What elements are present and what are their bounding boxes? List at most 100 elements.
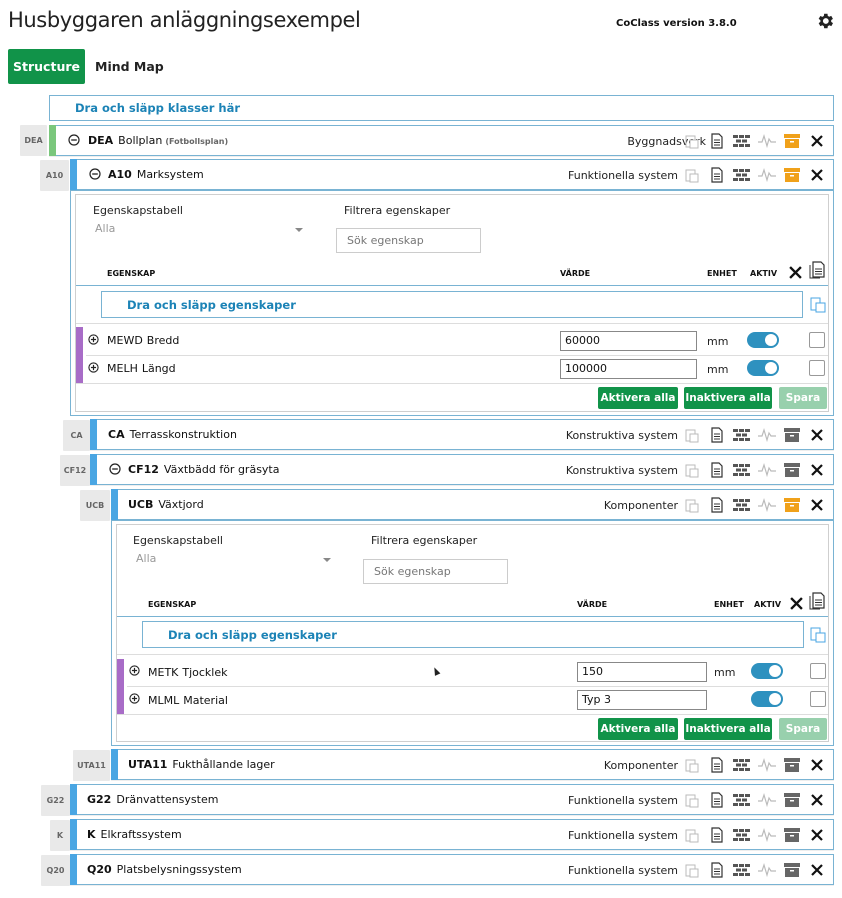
document-icon[interactable] — [707, 755, 727, 775]
class-row-dea[interactable]: DEA Bollplan (Fotbollsplan) Byggnadsverk — [49, 125, 834, 156]
document-icon[interactable] — [707, 425, 727, 445]
paste-icon[interactable] — [682, 495, 702, 515]
class-row-a10[interactable]: A10 Marksystem Funktionella system — [70, 159, 834, 190]
close-icon[interactable] — [790, 597, 803, 610]
expand-icon[interactable] — [129, 665, 140, 676]
archive-icon[interactable] — [782, 425, 802, 445]
close-icon[interactable] — [807, 790, 827, 810]
collapse-icon[interactable] — [89, 168, 101, 180]
paste-icon[interactable] — [682, 131, 702, 151]
archive-icon[interactable] — [782, 460, 802, 480]
document-icon[interactable] — [707, 825, 727, 845]
brick-list-icon[interactable] — [732, 425, 752, 445]
property-value-input[interactable]: 60000 — [560, 331, 697, 351]
paste-icon[interactable] — [682, 460, 702, 480]
tab-structure[interactable]: Structure — [8, 49, 85, 84]
archive-icon[interactable] — [782, 131, 802, 151]
property-dropzone[interactable]: Dra och släpp egenskaper — [101, 291, 803, 318]
gear-icon[interactable] — [815, 11, 835, 31]
activate-all-button[interactable]: Aktivera alla — [598, 718, 678, 740]
brick-list-icon[interactable] — [732, 495, 752, 515]
expand-icon[interactable] — [88, 334, 99, 345]
brick-list-icon[interactable] — [732, 860, 752, 880]
collapse-icon[interactable] — [109, 463, 121, 475]
close-icon[interactable] — [807, 165, 827, 185]
save-button[interactable]: Spara — [779, 718, 827, 740]
paste-icon[interactable] — [682, 165, 702, 185]
class-row-ca[interactable]: CA Terrasskonstruktion Konstruktiva syste… — [90, 419, 834, 450]
property-checkbox[interactable] — [810, 691, 826, 707]
property-checkbox[interactable] — [809, 332, 825, 348]
document-icon[interactable] — [707, 790, 727, 810]
class-row-uta11[interactable]: UTA11 Fukthållande lager Komponenter — [111, 749, 834, 780]
close-icon[interactable] — [807, 460, 827, 480]
paste-icon[interactable] — [682, 790, 702, 810]
document-icon[interactable] — [809, 592, 825, 610]
property-search-input[interactable]: Sök egenskap — [336, 228, 481, 253]
active-toggle[interactable] — [747, 360, 779, 376]
close-icon[interactable] — [807, 860, 827, 880]
close-icon[interactable] — [807, 131, 827, 151]
class-row-g22[interactable]: G22 Dränvattensystem Funktionella system — [70, 784, 834, 815]
activity-icon[interactable] — [757, 460, 777, 480]
paste-icon[interactable] — [682, 860, 702, 880]
brick-list-icon[interactable] — [732, 755, 752, 775]
archive-icon[interactable] — [782, 165, 802, 185]
archive-icon[interactable] — [782, 825, 802, 845]
tab-mind-map[interactable]: Mind Map — [95, 49, 164, 84]
property-checkbox[interactable] — [810, 663, 826, 679]
collapse-icon[interactable] — [68, 134, 80, 146]
paste-icon[interactable] — [809, 626, 827, 644]
property-value-input[interactable]: 100000 — [560, 359, 697, 379]
archive-icon[interactable] — [782, 755, 802, 775]
property-dropzone[interactable]: Dra och släpp egenskaper — [142, 621, 804, 648]
active-toggle[interactable] — [751, 691, 783, 707]
property-search-input[interactable]: Sök egenskap — [363, 559, 508, 584]
close-icon[interactable] — [807, 825, 827, 845]
document-icon[interactable] — [707, 131, 727, 151]
archive-icon[interactable] — [782, 790, 802, 810]
paste-icon[interactable] — [682, 425, 702, 445]
deactivate-all-button[interactable]: Inaktivera alla — [684, 718, 772, 740]
close-icon[interactable] — [807, 425, 827, 445]
paste-icon[interactable] — [682, 755, 702, 775]
archive-icon[interactable] — [782, 495, 802, 515]
activity-icon[interactable] — [757, 425, 777, 445]
class-row-k[interactable]: K Elkraftssystem Funktionella system — [70, 819, 834, 850]
property-value-input[interactable]: Typ 3 — [577, 690, 707, 710]
chevron-down-icon[interactable] — [295, 228, 303, 232]
document-icon[interactable] — [707, 460, 727, 480]
brick-list-icon[interactable] — [732, 165, 752, 185]
save-button[interactable]: Spara — [779, 387, 827, 409]
close-icon[interactable] — [807, 495, 827, 515]
brick-list-icon[interactable] — [732, 825, 752, 845]
document-icon[interactable] — [707, 860, 727, 880]
active-toggle[interactable] — [747, 332, 779, 348]
brick-list-icon[interactable] — [732, 460, 752, 480]
class-row-ucb[interactable]: UCB Växtjord Komponenter — [111, 489, 834, 520]
property-table-select[interactable]: Alla — [95, 222, 115, 235]
activity-icon[interactable] — [757, 790, 777, 810]
deactivate-all-button[interactable]: Inaktivera alla — [684, 387, 772, 409]
activity-icon[interactable] — [757, 131, 777, 151]
property-value-input[interactable]: 150 — [577, 662, 707, 682]
active-toggle[interactable] — [751, 663, 783, 679]
paste-icon[interactable] — [682, 825, 702, 845]
activate-all-button[interactable]: Aktivera alla — [598, 387, 678, 409]
activity-icon[interactable] — [757, 860, 777, 880]
activity-icon[interactable] — [757, 495, 777, 515]
chevron-down-icon[interactable] — [323, 558, 331, 562]
class-dropzone[interactable]: Dra och släpp klasser här — [49, 95, 834, 121]
property-checkbox[interactable] — [809, 360, 825, 376]
property-table-select[interactable]: Alla — [136, 552, 156, 565]
paste-icon[interactable] — [809, 296, 827, 314]
class-row-q20[interactable]: Q20 Platsbelysningssystem Funktionella sy… — [70, 854, 834, 885]
expand-icon[interactable] — [88, 362, 99, 373]
document-icon[interactable] — [707, 495, 727, 515]
close-icon[interactable] — [807, 755, 827, 775]
close-icon[interactable] — [789, 266, 802, 279]
class-row-cf12[interactable]: CF12 Växtbädd för gräsyta Konstruktiva sy… — [90, 454, 834, 485]
document-icon[interactable] — [707, 165, 727, 185]
archive-icon[interactable] — [782, 860, 802, 880]
document-icon[interactable] — [809, 261, 825, 279]
